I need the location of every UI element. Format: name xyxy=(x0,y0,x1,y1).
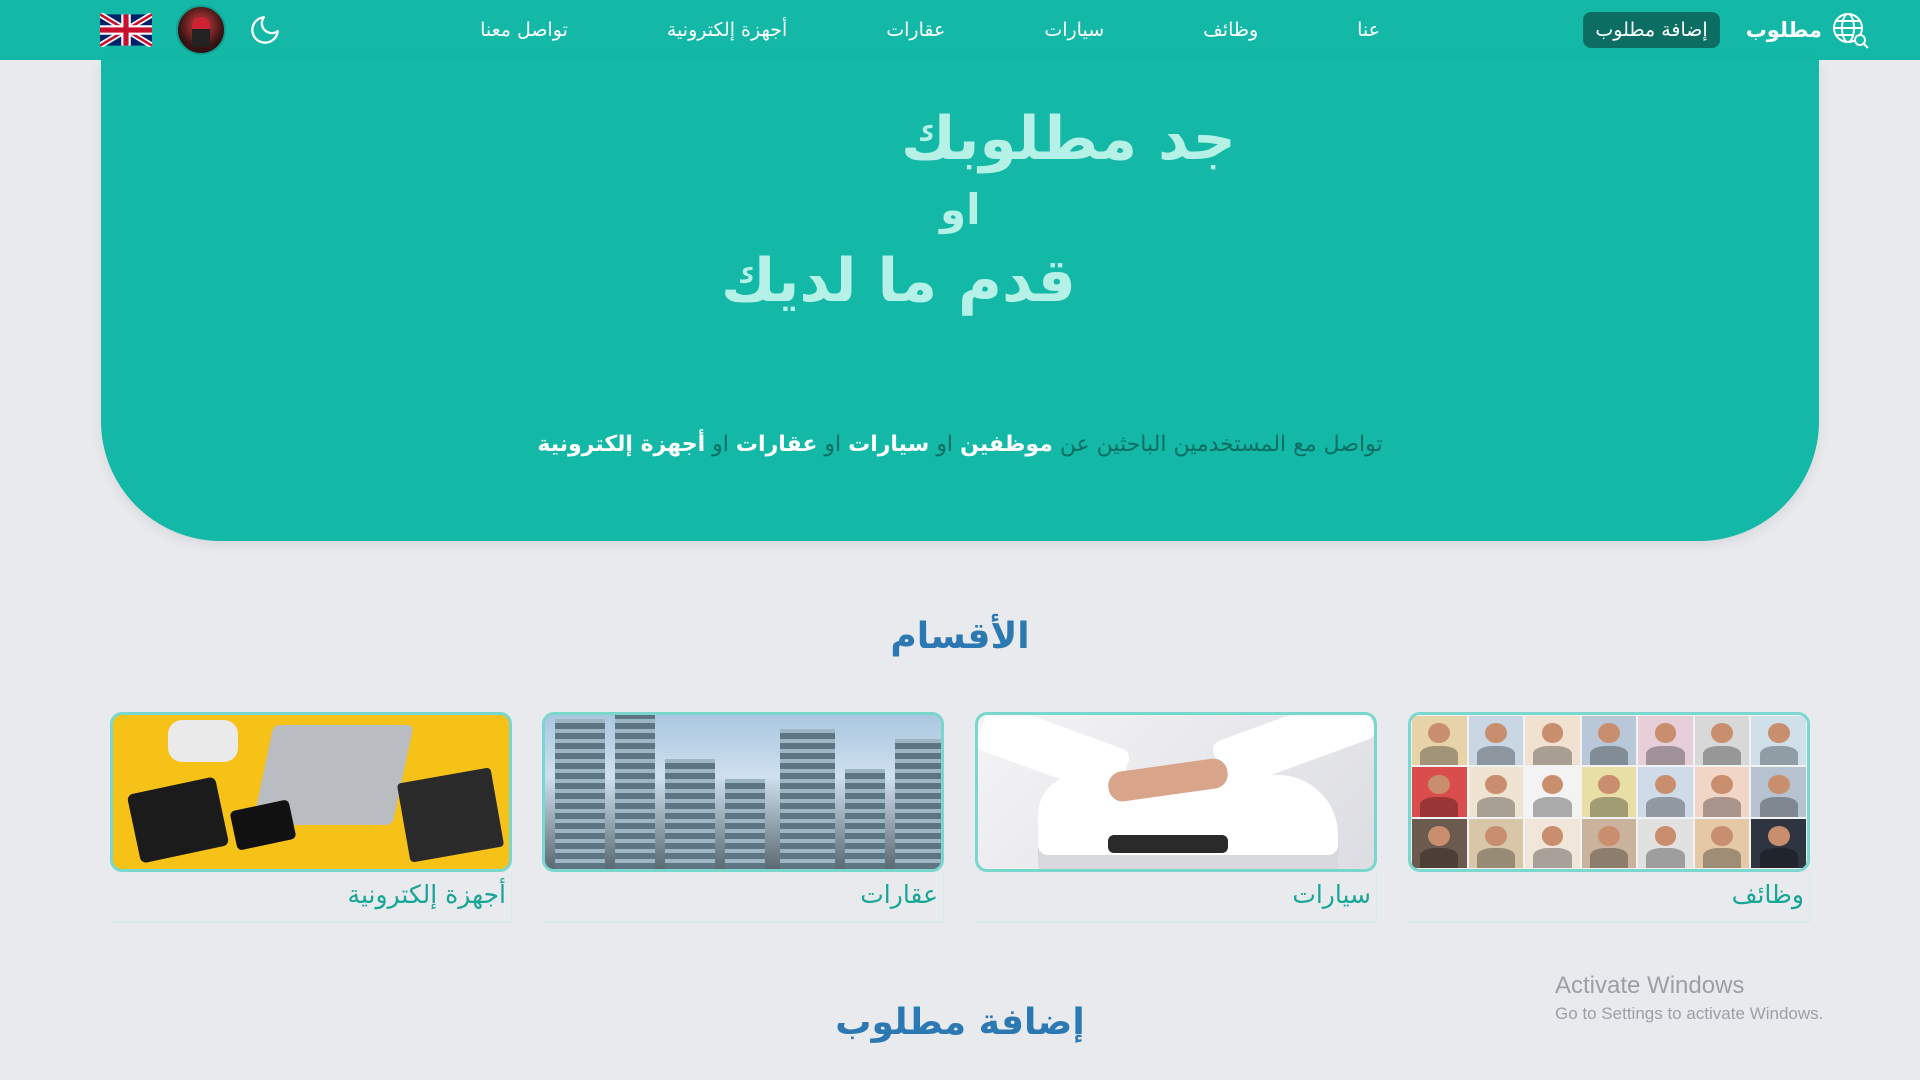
hero-subtitle-or: او xyxy=(824,432,842,457)
hero-title-line1: جد مطلوبك xyxy=(901,104,1236,174)
nav-link-contact[interactable]: تواصل معنا xyxy=(460,19,588,41)
hero-or: او xyxy=(940,185,981,234)
nav-link-cars[interactable]: سيارات xyxy=(1024,19,1124,41)
category-image-electronics xyxy=(110,712,512,872)
nav-link-jobs[interactable]: وظائف xyxy=(1183,19,1278,41)
category-image-cars xyxy=(975,712,1377,872)
category-label: عقارات xyxy=(860,880,938,909)
hero-subtitle-or: او xyxy=(936,432,954,457)
category-image-jobs xyxy=(1408,712,1810,872)
category-label: وظائف xyxy=(1731,880,1804,909)
hero-subtitle-cars: سيارات xyxy=(848,432,930,457)
watermark-line2: Go to Settings to activate Windows. xyxy=(1555,1004,1824,1023)
hero-subtitle-employees: موظفين xyxy=(960,432,1053,457)
brand-name: مطلوب xyxy=(1745,18,1822,42)
nav-link-electronics[interactable]: أجهزة إلكترونية xyxy=(647,19,807,41)
category-label: أجهزة إلكترونية xyxy=(347,880,506,909)
categories-section-title: الأقسام xyxy=(890,616,1030,657)
nav-right-group: مطلوب إضافة مطلوب xyxy=(1583,0,1870,60)
moon-icon[interactable] xyxy=(248,13,282,47)
category-card-jobs[interactable]: وظائف xyxy=(1408,712,1810,924)
hero-subtitle-or: او xyxy=(712,432,729,457)
nav-links: عنا وظائف سيارات عقارات أجهزة إلكترونية … xyxy=(460,0,1400,60)
windows-activation-watermark: Activate Windows Go to Settings to activ… xyxy=(1555,972,1823,1024)
nav-link-about[interactable]: عنا xyxy=(1337,19,1400,41)
hero-banner: جد مطلوبك او قدم ما لديك تواصل مع المستخ… xyxy=(101,60,1819,541)
category-image-realestate xyxy=(542,712,944,872)
top-navbar: عنا وظائف سيارات عقارات أجهزة إلكترونية … xyxy=(0,0,1920,60)
hero-subtitle: تواصل مع المستخدمين الباحثين عن موظفين ا… xyxy=(101,432,1819,457)
nav-left-group xyxy=(100,0,282,60)
watermark-line1: Activate Windows xyxy=(1555,972,1745,999)
globe-search-icon xyxy=(1833,13,1869,49)
avatar[interactable] xyxy=(176,5,226,55)
hero-title-line2: قدم ما لديك xyxy=(721,246,1076,316)
category-label: سيارات xyxy=(1292,880,1371,909)
add-request-button[interactable]: إضافة مطلوب xyxy=(1583,12,1720,48)
brand-logo[interactable]: مطلوب xyxy=(1746,10,1870,50)
uk-flag-icon[interactable] xyxy=(100,13,152,47)
category-card-realestate[interactable]: عقارات xyxy=(542,712,944,924)
nav-link-realestate[interactable]: عقارات xyxy=(866,19,965,41)
hero-subtitle-realestate: عقارات xyxy=(735,432,818,457)
hero-subtitle-prefix: تواصل مع المستخدمين الباحثين عن xyxy=(1059,432,1383,457)
categories-grid: أجهزة إلكترونية عقارات سيارات وظائف xyxy=(110,712,1810,927)
category-card-cars[interactable]: سيارات xyxy=(975,712,1377,924)
hero-subtitle-electronics: أجهزة إلكترونية xyxy=(537,432,706,457)
category-card-electronics[interactable]: أجهزة إلكترونية xyxy=(110,712,512,924)
